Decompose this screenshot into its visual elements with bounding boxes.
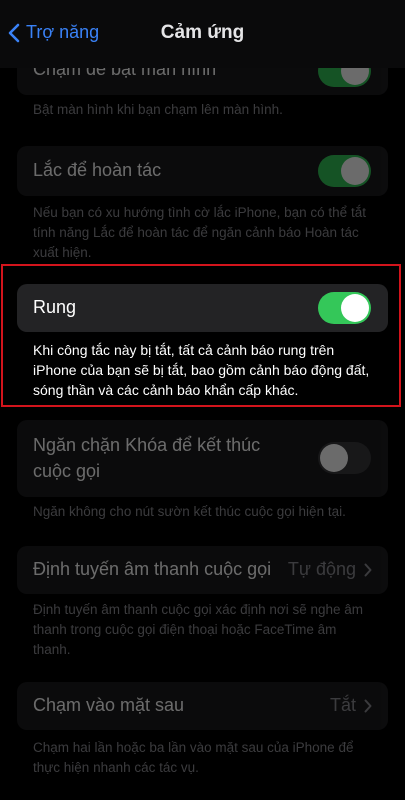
call-audio-routing-label: Định tuyến âm thanh cuộc gọi: [33, 559, 272, 579]
back-tap-value: Tắt: [330, 695, 372, 716]
call-audio-routing-cell[interactable]: Định tuyến âm thanh cuộc gọi Tự động: [17, 546, 388, 594]
navigation-bar: Trợ năng Cảm ứng: [0, 0, 405, 68]
toggle-knob: [320, 444, 348, 472]
back-tap-cell[interactable]: Chạm vào mặt sau Tắt: [17, 682, 388, 730]
tap-to-wake-footnote: Bật màn hình khi bạn chạm lên màn hình.: [33, 102, 283, 117]
prevent-lock-footnote: Ngăn không cho nút sườn kết thúc cuộc gọ…: [33, 504, 346, 519]
page-title: Cảm ứng: [160, 22, 245, 43]
prevent-lock-cell: Ngăn chặn Khóa để kết thúc cuộc gọi: [17, 420, 388, 497]
shake-to-undo-footnote: Nếu bạn có xu hướng tình cờ lắc iPhone, …: [33, 205, 366, 260]
shake-to-undo-toggle[interactable]: [318, 155, 371, 187]
back-tap-value-text: Tắt: [329, 695, 356, 715]
chevron-right-icon: [364, 699, 372, 712]
back-tap-footnote: Chạm hai lần hoặc ba lần vào mặt sau của…: [33, 740, 354, 775]
call-audio-routing-value-text: Tự động: [287, 559, 356, 579]
call-audio-routing-value: Tự động: [288, 559, 372, 580]
back-tap-label: Chạm vào mặt sau: [33, 695, 185, 715]
chevron-right-icon: [364, 563, 372, 576]
shake-to-undo-cell: Lắc để hoàn tác: [17, 146, 388, 196]
highlight-frame: [1, 264, 401, 407]
prevent-lock-toggle[interactable]: [318, 442, 371, 474]
call-audio-routing-footnote: Định tuyến âm thanh cuộc gọi xác định nơ…: [33, 602, 364, 657]
prevent-lock-label: Ngăn chặn Khóa để kết thúc cuộc gọi: [33, 435, 261, 481]
shake-to-undo-label: Lắc để hoàn tác: [33, 160, 162, 180]
toggle-knob: [341, 157, 369, 185]
